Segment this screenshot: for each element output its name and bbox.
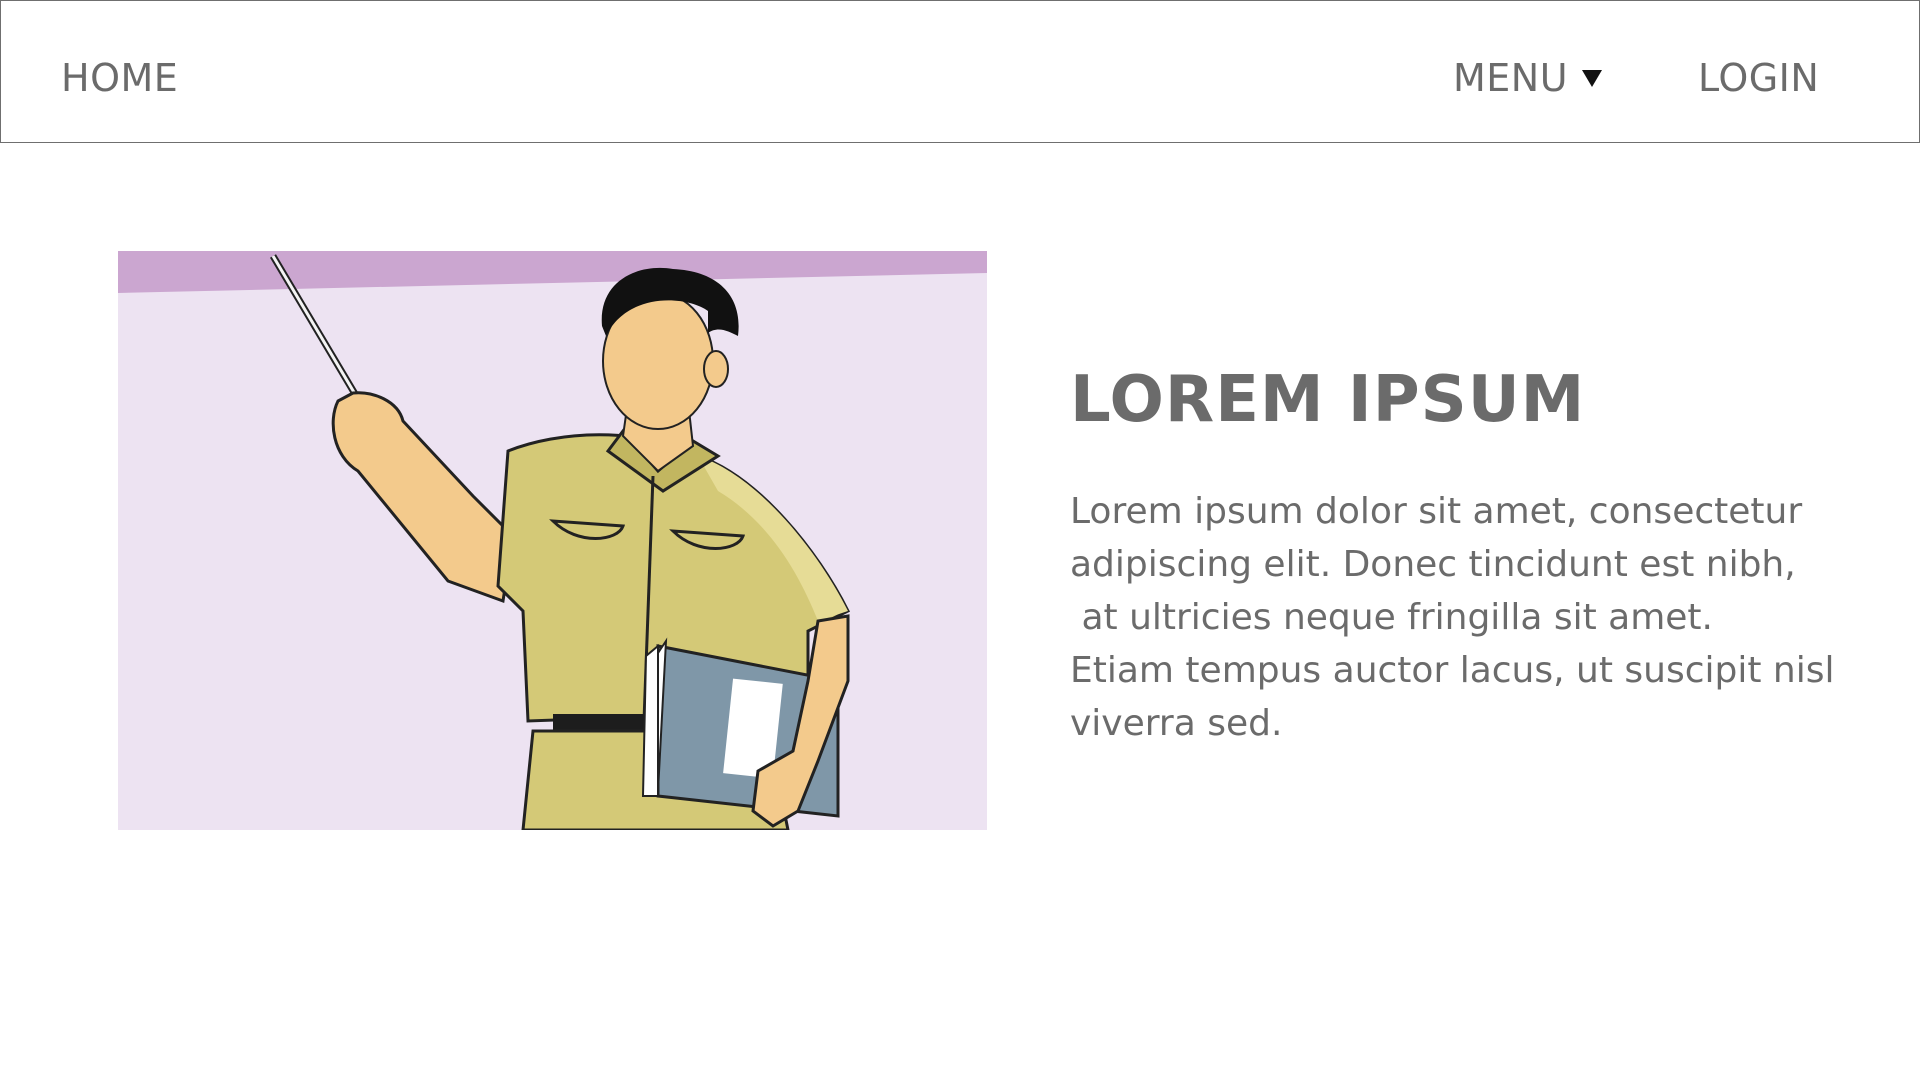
nav-home-link[interactable]: HOME: [61, 53, 178, 103]
content-body-line: Etiam tempus auctor lacus, ut suscipit n…: [1070, 650, 1835, 691]
page: HOME MENU LOGIN LOREM IPSUM Lorem ipsum …: [0, 0, 1920, 1080]
top-navbar: HOME MENU LOGIN: [0, 0, 1920, 143]
content-body-line: adipiscing elit. Donec tincidunt est nib…: [1070, 544, 1796, 585]
nav-login-link[interactable]: LOGIN: [1698, 53, 1819, 103]
content-body-line: viverra sed.: [1070, 703, 1283, 744]
content-body: Lorem ipsum dolor sit amet, consectetur …: [1070, 485, 1850, 750]
nav-menu-label: MENU: [1453, 56, 1569, 100]
caret-down-icon: [1582, 69, 1603, 87]
content-body-line: Lorem ipsum dolor sit amet, consectetur: [1070, 491, 1803, 532]
nav-menu-dropdown[interactable]: MENU: [1453, 53, 1603, 103]
teacher-illustration: [118, 251, 987, 830]
content-body-line: at ultricies neque fringilla sit amet.: [1070, 597, 1713, 638]
content-title: LOREM IPSUM: [1070, 363, 1586, 437]
